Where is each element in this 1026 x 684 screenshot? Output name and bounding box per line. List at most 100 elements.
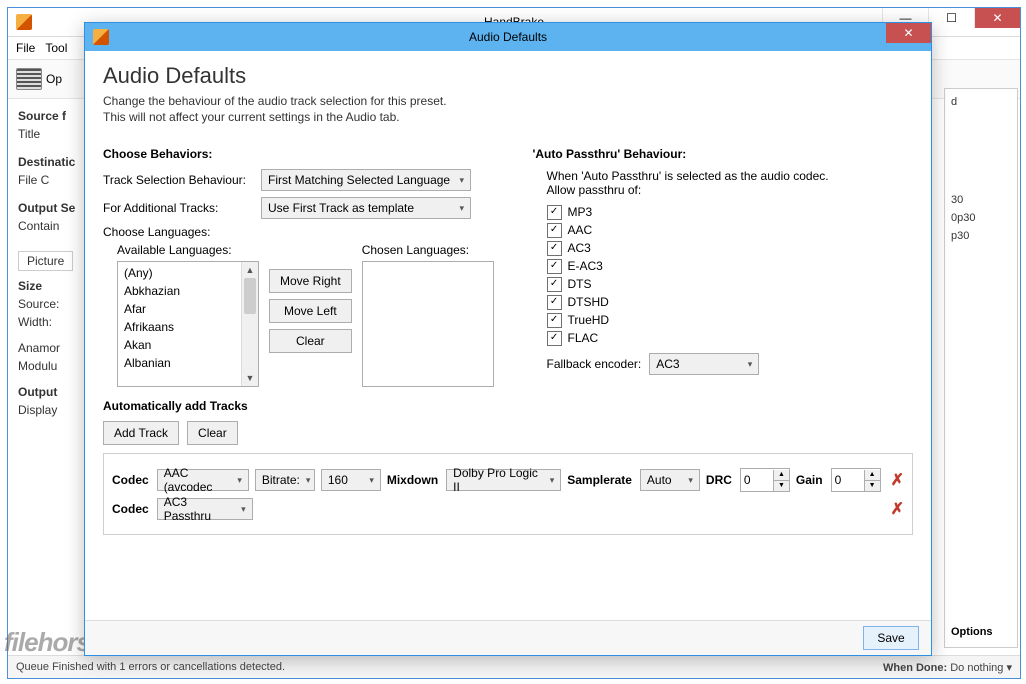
scroll-thumb[interactable]: [244, 278, 256, 314]
spin-up-icon[interactable]: ▲: [774, 470, 789, 481]
when-done-value[interactable]: Do nothing: [950, 662, 1003, 674]
close-button[interactable]: ✕: [974, 8, 1020, 28]
dialog-app-icon: [93, 29, 109, 45]
checkbox-ac3[interactable]: ✓: [547, 241, 562, 256]
preset-options[interactable]: Options: [951, 623, 993, 641]
gain-spinner[interactable]: ▲▼: [831, 468, 881, 492]
move-right-button[interactable]: Move Right: [269, 269, 352, 293]
checkbox-eac3[interactable]: ✓: [547, 259, 562, 274]
auto-passthru-desc2: Allow passthru of:: [547, 183, 913, 197]
codec-label: Codec: [112, 502, 149, 516]
checkbox-flac[interactable]: ✓: [547, 331, 562, 346]
when-done: When Done: Do nothing ▾: [883, 661, 1012, 674]
clear-tracks-button[interactable]: Clear: [187, 421, 238, 445]
move-left-button[interactable]: Move Left: [269, 299, 352, 323]
checkbox-aac[interactable]: ✓: [547, 223, 562, 238]
available-languages-listbox[interactable]: (Any) Abkhazian Afar Afrikaans Akan Alba…: [117, 261, 259, 387]
dialog-titlebar: Audio Defaults ✕: [85, 23, 931, 51]
maximize-button[interactable]: ☐: [928, 8, 974, 28]
bitrate-mode-dropdown[interactable]: Bitrate:▾: [255, 469, 315, 491]
toolbar-open-label: Op: [46, 72, 62, 86]
delete-track-icon[interactable]: ✗: [891, 470, 904, 490]
add-track-button[interactable]: Add Track: [103, 421, 179, 445]
codec-label: Codec: [112, 473, 149, 487]
toolbar-open[interactable]: Op: [16, 68, 62, 90]
list-item[interactable]: (Any): [118, 264, 258, 282]
dialog-close-button[interactable]: ✕: [886, 23, 931, 43]
track-selection-dropdown[interactable]: First Matching Selected Language▾: [261, 169, 471, 191]
scrollbar[interactable]: ▲ ▼: [241, 262, 258, 386]
codec-dropdown[interactable]: AC3 Passthru▾: [157, 498, 253, 520]
preset-item[interactable]: 30: [951, 191, 1015, 209]
track-selection-label: Track Selection Behaviour:: [103, 173, 253, 187]
bg-out: Output: [18, 385, 57, 399]
chevron-down-icon: ▾: [306, 475, 311, 486]
codec-label: TrueHD: [568, 311, 610, 329]
menu-tool[interactable]: Tool: [45, 41, 67, 55]
samplerate-label: Samplerate: [567, 473, 632, 487]
mixdown-dropdown[interactable]: Dolby Pro Logic II▾: [446, 469, 561, 491]
list-item[interactable]: Abkhazian: [118, 282, 258, 300]
checkbox-dtshd[interactable]: ✓: [547, 295, 562, 310]
gain-input[interactable]: [832, 473, 864, 487]
chevron-down-icon: ▾: [459, 203, 464, 214]
bg-size: Size: [18, 279, 42, 293]
scroll-down-icon[interactable]: ▼: [242, 370, 258, 386]
preset-item[interactable]: p30: [951, 227, 1015, 245]
fallback-encoder-dropdown[interactable]: AC3▾: [649, 353, 759, 375]
track-row: Codec AC3 Passthru▾ ✗: [112, 498, 904, 520]
list-item[interactable]: Albanian: [118, 354, 258, 372]
list-item[interactable]: Afrikaans: [118, 318, 258, 336]
when-done-label: When Done:: [883, 662, 947, 674]
checkbox-truehd[interactable]: ✓: [547, 313, 562, 328]
bg-title: Title: [18, 127, 40, 141]
spin-up-icon[interactable]: ▲: [865, 470, 880, 481]
left-column: Choose Behaviors: Track Selection Behavi…: [103, 143, 503, 387]
chevron-down-icon: ▾: [459, 175, 464, 186]
clapboard-icon: [16, 68, 42, 90]
dialog-body: Audio Defaults Change the behaviour of t…: [85, 51, 931, 621]
checkbox-dts[interactable]: ✓: [547, 277, 562, 292]
spin-down-icon[interactable]: ▼: [774, 481, 789, 491]
spin-down-icon[interactable]: ▼: [865, 481, 880, 491]
drc-input[interactable]: [741, 473, 773, 487]
bitrate-dropdown[interactable]: 160▾: [321, 469, 381, 491]
gain-label: Gain: [796, 473, 823, 487]
bg-dest: Destinatic: [18, 155, 75, 169]
additional-tracks-dropdown[interactable]: Use First Track as template▾: [261, 197, 471, 219]
chosen-languages-listbox[interactable]: [362, 261, 494, 387]
checkbox-mp3[interactable]: ✓: [547, 205, 562, 220]
samplerate-dropdown[interactable]: Auto▾: [640, 469, 700, 491]
scroll-up-icon[interactable]: ▲: [242, 262, 258, 278]
clear-languages-button[interactable]: Clear: [269, 329, 352, 353]
tab-picture[interactable]: Picture: [18, 251, 73, 271]
bg-file: File C: [18, 173, 49, 187]
list-item[interactable]: Afar: [118, 300, 258, 318]
dialog-footer: Save: [85, 620, 931, 655]
bg-contain: Contain: [18, 219, 59, 233]
chevron-down-icon: ▾: [748, 359, 753, 370]
drc-spinner[interactable]: ▲▼: [740, 468, 790, 492]
page-heading: Audio Defaults: [103, 63, 913, 89]
choose-behaviors-heading: Choose Behaviors:: [103, 147, 503, 161]
delete-track-icon[interactable]: ✗: [891, 499, 904, 519]
right-column: 'Auto Passthru' Behaviour: When 'Auto Pa…: [533, 143, 913, 387]
mixdown-label: Mixdown: [387, 473, 438, 487]
codec-dropdown[interactable]: AAC (avcodec▾: [157, 469, 249, 491]
audio-defaults-dialog: Audio Defaults ✕ Audio Defaults Change t…: [84, 22, 932, 656]
bg-modulu: Modulu: [18, 359, 57, 373]
bg-anamor: Anamor: [18, 341, 60, 355]
bg-source: Source f: [18, 109, 66, 123]
save-button[interactable]: Save: [863, 626, 919, 650]
codec-label: E-AC3: [568, 257, 603, 275]
fallback-encoder-label: Fallback encoder:: [547, 357, 642, 371]
codec-label: MP3: [568, 203, 593, 221]
auto-passthru-desc1: When 'Auto Passthru' is selected as the …: [547, 169, 913, 183]
bg-src: Source:: [18, 297, 59, 311]
list-item[interactable]: Akan: [118, 336, 258, 354]
menu-file[interactable]: File: [16, 41, 35, 55]
status-bar: Queue Finished with 1 errors or cancella…: [8, 655, 1020, 678]
preset-item[interactable]: 0p30: [951, 209, 1015, 227]
drc-label: DRC: [706, 473, 732, 487]
preset-item[interactable]: d: [951, 93, 1015, 111]
